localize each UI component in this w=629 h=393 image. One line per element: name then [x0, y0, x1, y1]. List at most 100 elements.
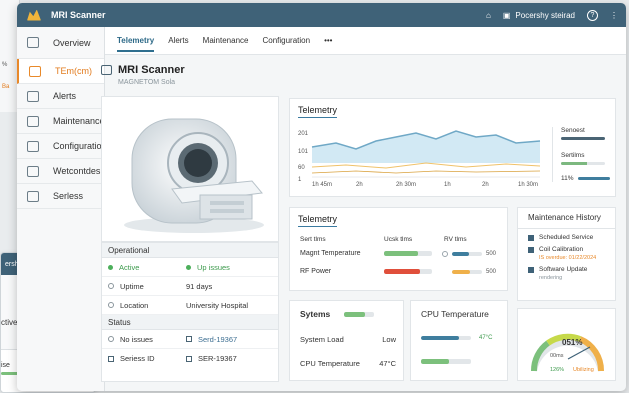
sidebar-item-alerts[interactable]: Alerts — [17, 84, 104, 109]
x-tick: 2h — [356, 182, 363, 188]
legend-bar — [561, 137, 605, 140]
info-row: Location University Hospital — [102, 296, 278, 315]
info-row: Seriess ID SER-19367 — [102, 349, 278, 368]
tab-more[interactable]: ••• — [324, 36, 332, 45]
user-icon: ▣ — [502, 10, 511, 20]
info-row: Active Up issues — [102, 258, 278, 277]
gauge-label: 00ms — [550, 353, 564, 359]
row-bar — [384, 269, 420, 274]
telemetry-table-panel: Telemetry Sert tlms Ucsk tlms RV tlms Ma… — [289, 207, 508, 291]
monitor-icon — [29, 65, 41, 77]
tab-maintenance[interactable]: Maintenance — [203, 36, 249, 45]
sidebar-item-maintenance[interactable]: Maintenance — [17, 109, 105, 134]
gauge-label: Ubilizing — [573, 367, 594, 373]
user-name: Pocershy steirad — [515, 10, 575, 20]
sidebar-item-overview[interactable]: Overview — [17, 27, 104, 59]
gauge: 051% 00ms 126% Ubilizing — [530, 333, 605, 373]
sidebar-item-label: Configuration — [53, 141, 107, 151]
sidebar-item-messages[interactable]: Wetcontdes — [17, 159, 104, 184]
row-label: System Load — [300, 335, 344, 344]
info-value: Serd-19367 — [198, 334, 238, 344]
x-tick: 1h 45m — [312, 182, 332, 188]
legend-label: Sertilms — [561, 152, 585, 159]
page-title: MRI Scanner — [118, 64, 185, 76]
row-value: 47°C — [379, 359, 396, 368]
info-value: 91 days — [186, 281, 213, 291]
y-tick: 201 — [298, 131, 309, 137]
clipboard-icon — [27, 115, 39, 127]
id-icon — [108, 355, 114, 362]
systems-panel: Sytems System Load Low CPU Temperature 4… — [289, 300, 404, 381]
sidebar-item-label: Maintenance — [53, 116, 105, 126]
y-tick: 1 — [298, 177, 302, 183]
maintenance-item[interactable]: Coil Calibration IS overdue: 01/22/2024 — [518, 246, 615, 261]
x-tick: 1h 30m — [518, 182, 538, 188]
column-header: RV tlms — [444, 236, 467, 243]
telemetry-chart-panel: Telemetry 201 101 60 1 1h 45m 2h 2h 30m … — [289, 98, 616, 197]
bg-label: Ba — [2, 84, 10, 90]
legend-bar — [561, 162, 588, 165]
info-key: Location — [120, 300, 149, 310]
clock-icon — [108, 283, 114, 289]
status-dot-icon — [186, 264, 191, 270]
tab-configuration[interactable]: Configuration — [262, 36, 310, 45]
info-row: No issues Serd-19367 — [102, 330, 278, 349]
sidebar-item-telemetry[interactable]: TEm(cm) — [17, 59, 104, 84]
row-bar — [452, 251, 469, 256]
settings-icon — [27, 140, 39, 152]
maintenance-item[interactable]: Scheduled Service — [518, 234, 615, 241]
info-key: Seriess ID — [120, 354, 155, 363]
cpu-temperature-panel: CPU Temperature 47°C — [410, 300, 508, 381]
tab-telemetry[interactable]: Telemetry — [117, 36, 155, 52]
gauge-label: 126% — [550, 367, 564, 373]
location-icon — [108, 302, 114, 308]
home-icon[interactable]: ⌂ — [486, 11, 491, 20]
x-tick: 1h — [444, 182, 451, 188]
info-key: Uptime — [120, 281, 144, 291]
toggle-icon[interactable] — [442, 250, 448, 257]
user-menu[interactable]: ▣ Pocershy steirad — [503, 11, 575, 20]
row-label: Magnt Temperature — [300, 250, 361, 257]
panel-title: CPU Temperature — [421, 309, 489, 319]
maintenance-label: Software Update — [539, 266, 588, 273]
cpu-row — [421, 359, 471, 364]
help-icon[interactable]: ? — [587, 9, 598, 21]
systems-bar — [344, 311, 366, 317]
info-value: Up issues — [197, 262, 230, 272]
info-row: Uptime 91 days — [102, 277, 278, 296]
checkbox-icon — [186, 336, 192, 342]
maintenance-sub: IS overdue: 01/22/2024 — [539, 255, 597, 261]
sidebar-item-series[interactable]: Serless — [17, 184, 104, 209]
maintenance-history-panel: Maintenance History Scheduled Service Co… — [517, 207, 616, 301]
sidebar-item-label: Alerts — [53, 91, 77, 101]
maintenance-item[interactable]: Software Update rendering — [518, 266, 615, 281]
row-value: Low — [382, 335, 396, 344]
bg-filter-value: ctive — [1, 317, 18, 327]
more-menu-icon[interactable]: ⋮ — [610, 11, 618, 20]
sidebar-item-label: Overview — [53, 37, 91, 48]
maintenance-sub: rendering — [539, 275, 563, 281]
gauge-value: 051% — [562, 338, 582, 347]
panel-title: Maintenance History — [518, 208, 615, 229]
column-header: Ucsk tlms — [384, 236, 413, 243]
row-label: CPU Temperature — [300, 359, 360, 368]
file-icon — [27, 190, 39, 202]
check-icon — [108, 336, 114, 342]
y-tick: 101 — [298, 149, 309, 155]
panel-title: Sytems — [300, 309, 331, 319]
page-subtitle: MAGNETOM Sola — [118, 79, 176, 86]
telemetry-chart: 201 101 60 1 1h 45m 2h 2h 30m 1h 2h 1h 3… — [298, 130, 541, 188]
y-tick: 60 — [298, 165, 305, 171]
tab-alerts[interactable]: Alerts — [168, 36, 188, 45]
info-value: SER-19367 — [198, 354, 237, 363]
info-panel: Operational Active Up issues Uptime 91 d… — [101, 242, 279, 382]
mail-icon — [27, 165, 39, 177]
table-row: Magnt Temperature 500 — [300, 250, 500, 257]
info-key: No issues — [120, 334, 153, 344]
sidebar-item-configuration[interactable]: Configuration — [17, 134, 107, 159]
cpu-bar — [421, 359, 449, 364]
maintenance-label: Coil Calibration — [539, 246, 584, 253]
table-row: RF Power 500 — [300, 268, 500, 275]
chart-legend: Senoest Sertilms 11% — [552, 127, 610, 182]
checkbox-icon — [528, 267, 534, 273]
